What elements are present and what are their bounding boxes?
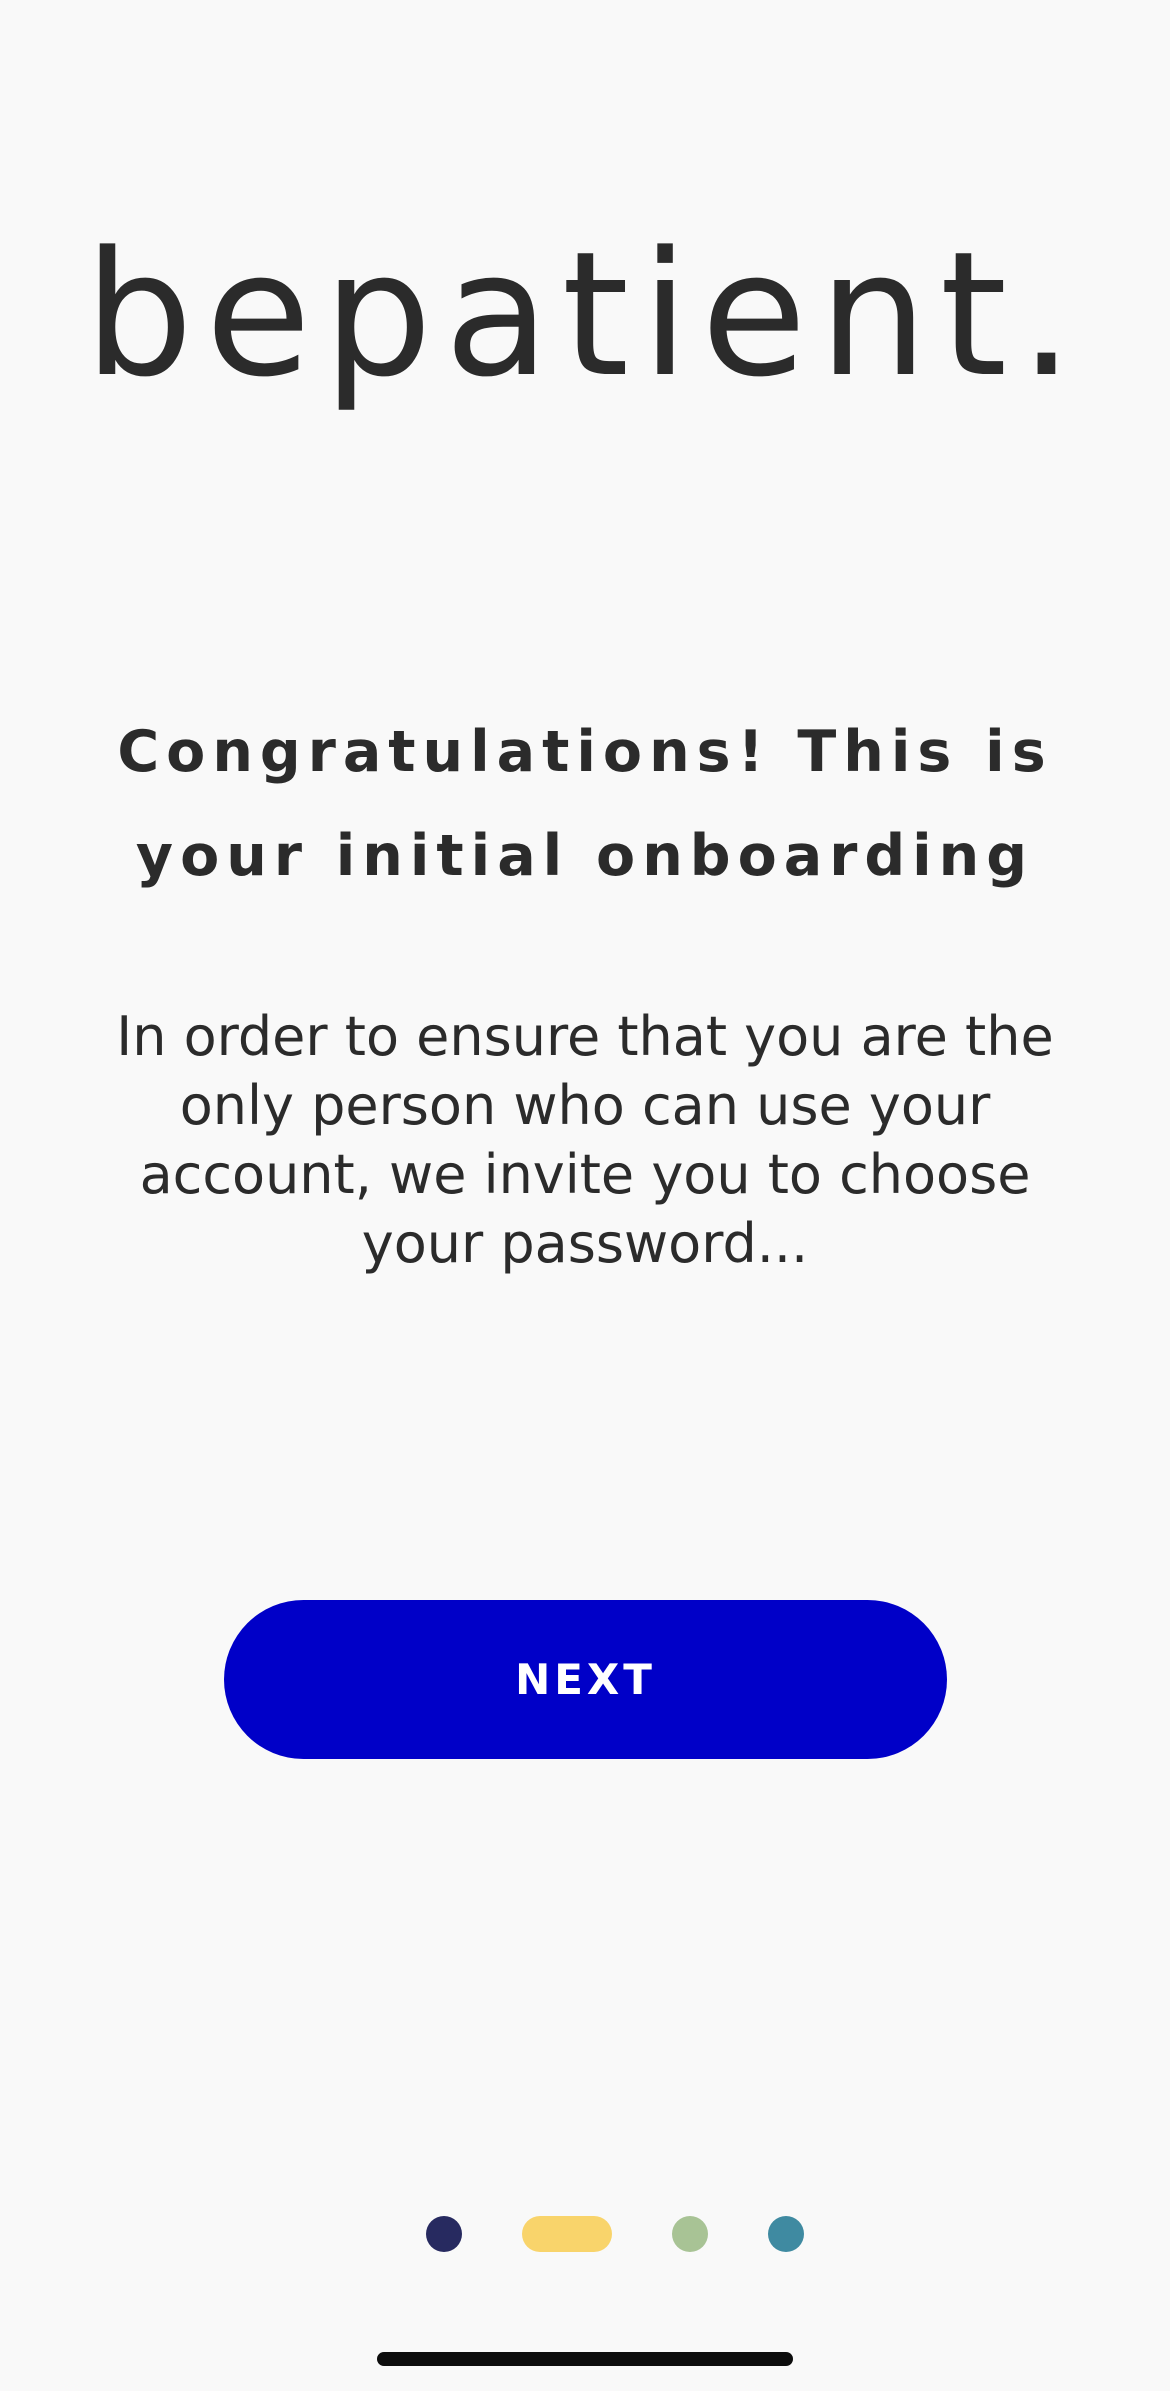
- onboarding-headline: Congratulations! This is your initial on…: [117, 719, 1053, 889]
- onboarding-screen: bepatient. Congratulations! This is your…: [0, 0, 1170, 2391]
- next-button[interactable]: NEXT: [224, 1600, 947, 1759]
- page-dot-4[interactable]: [768, 2216, 804, 2252]
- page-dot-2-active[interactable]: [522, 2216, 612, 2252]
- onboarding-description: In order to ensure that you are the only…: [116, 1005, 1054, 1275]
- page-indicator: [0, 2216, 1170, 2252]
- page-dot-1[interactable]: [426, 2216, 462, 2252]
- page-dot-3[interactable]: [672, 2216, 708, 2252]
- home-indicator[interactable]: [377, 2352, 793, 2366]
- app-logo: bepatient.: [84, 214, 1086, 415]
